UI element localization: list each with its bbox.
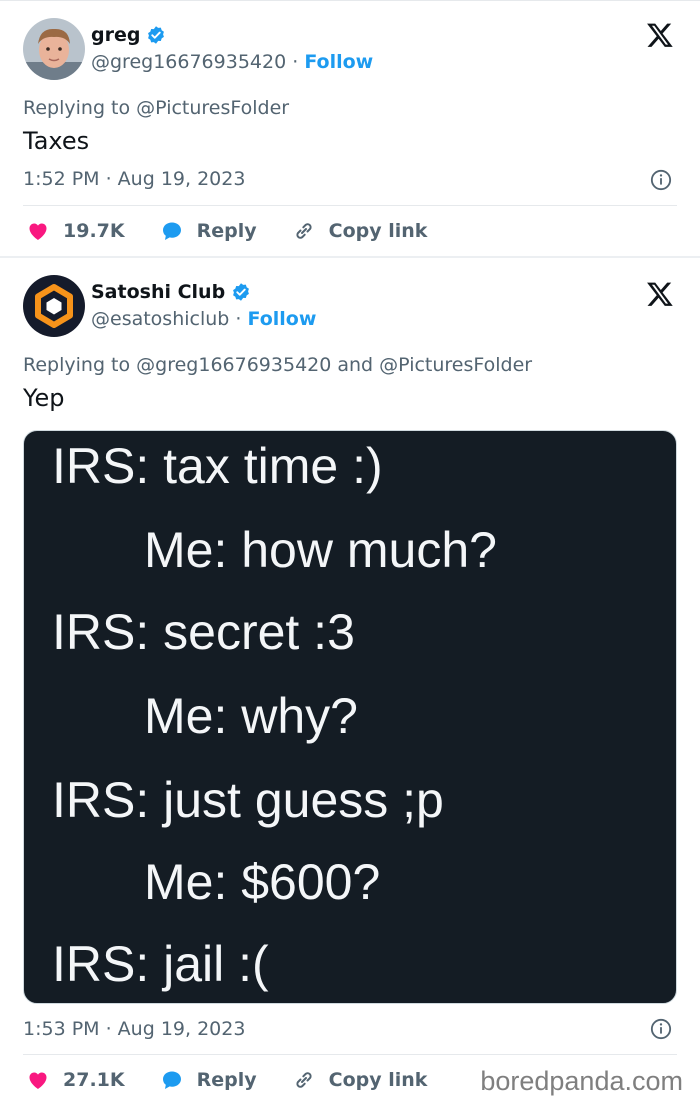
replying-to-text: Replying to @PicturesFolder	[23, 97, 290, 119]
media-text-line: Me: how much?	[144, 522, 497, 578]
tweet-card-greg: greg @greg16676935420 · Follow Replying …	[0, 0, 700, 256]
copy-link-label: Copy link	[328, 220, 428, 242]
link-icon	[296, 1072, 312, 1088]
like-count: 27.1K	[63, 1069, 125, 1091]
author-handle[interactable]: @esatoshiclub	[91, 308, 229, 330]
follow-button[interactable]: Follow	[304, 51, 373, 73]
reply-bubble-icon	[162, 222, 181, 240]
tweet-card-satoshi-club: Satoshi Club @esatoshiclub · Follow Repl…	[0, 256, 700, 1105]
divider	[23, 1054, 677, 1055]
media-text-line: IRS: just guess ;p	[52, 772, 444, 828]
boredpanda-watermark: boredpanda.com	[480, 1066, 683, 1096]
tweet-text: Yep	[23, 384, 65, 412]
action-bar: 27.1K Reply Copy link	[25, 1068, 461, 1092]
copy-link-label: Copy link	[328, 1069, 428, 1091]
media-text-line: IRS: jail :(	[52, 936, 269, 992]
heart-icon	[29, 1072, 47, 1089]
avatar[interactable]	[23, 275, 85, 337]
verified-badge-icon	[148, 26, 165, 44]
reply-label: Reply	[196, 220, 257, 242]
copy-link-button[interactable]: Copy link	[291, 1068, 428, 1092]
separator-dot: ·	[292, 51, 305, 73]
reply-button[interactable]: Reply	[159, 219, 257, 243]
heart-icon	[29, 223, 47, 240]
media-text-line: IRS: secret :3	[52, 604, 355, 660]
timestamp[interactable]: 1:53 PM · Aug 19, 2023	[23, 1018, 245, 1040]
author-name[interactable]: Satoshi Club	[91, 281, 225, 303]
action-bar: 19.7K Reply Copy link	[25, 219, 461, 243]
info-icon[interactable]	[650, 169, 672, 191]
timestamp[interactable]: 1:52 PM · Aug 19, 2023	[23, 168, 245, 190]
media-text-line: IRS: tax time :)	[52, 438, 383, 494]
copy-link-button[interactable]: Copy link	[291, 219, 428, 243]
separator-dot: ·	[235, 308, 248, 330]
author-handle[interactable]: @greg16676935420	[91, 51, 286, 73]
verified-badge-icon	[233, 283, 250, 301]
tweet-text: Taxes	[23, 127, 90, 155]
reply-bubble-icon	[162, 1071, 181, 1089]
like-count: 19.7K	[63, 220, 125, 242]
link-icon	[296, 223, 312, 239]
reply-button[interactable]: Reply	[159, 1068, 257, 1092]
replying-to-text: Replying to @greg16676935420 and @Pictur…	[23, 354, 533, 376]
reply-label: Reply	[196, 1069, 257, 1091]
like-button[interactable]: 19.7K	[25, 219, 125, 243]
info-icon[interactable]	[650, 1018, 672, 1040]
divider	[23, 205, 677, 206]
tweet-media-image[interactable]: IRS: tax time :) Me: how much? IRS: secr…	[23, 430, 677, 1004]
x-logo-icon[interactable]	[645, 21, 675, 49]
follow-button[interactable]: Follow	[248, 308, 317, 330]
media-text-line: Me: why?	[144, 688, 358, 744]
avatar[interactable]	[23, 18, 85, 80]
media-text-line: Me: $600?	[144, 854, 381, 910]
author-name[interactable]: greg	[91, 24, 140, 46]
x-logo-icon[interactable]	[645, 280, 675, 308]
like-button[interactable]: 27.1K	[25, 1068, 125, 1092]
